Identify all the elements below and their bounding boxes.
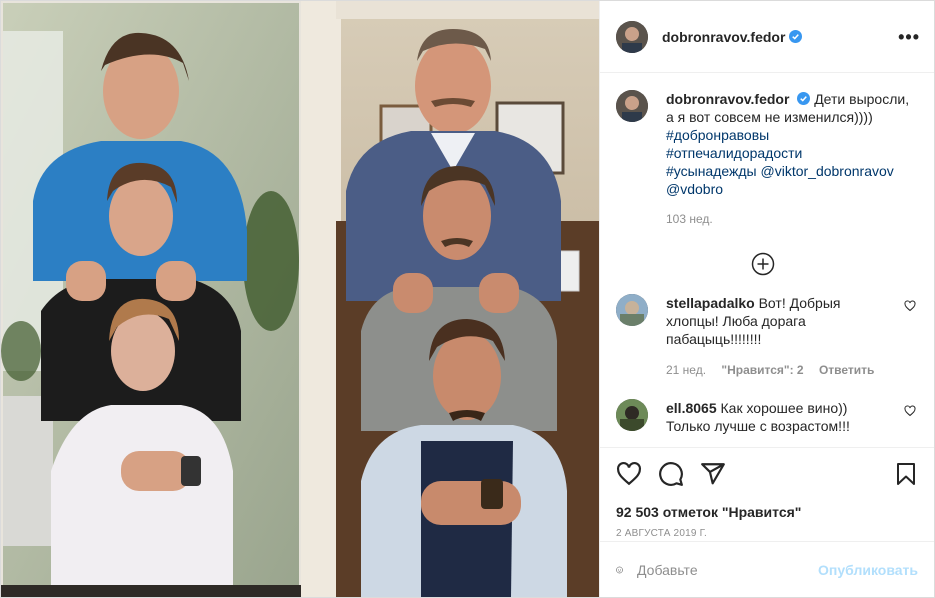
- action-icons: [616, 460, 918, 488]
- post-username[interactable]: dobronravov.fedor: [662, 29, 785, 45]
- bookmark-icon[interactable]: [894, 461, 918, 487]
- add-comment-bar: Опубликовать: [600, 541, 934, 597]
- avatar[interactable]: [616, 399, 648, 431]
- caption: dobronravov.fedor Дети выросли, а я вот …: [616, 90, 918, 226]
- comment-meta: 21 нед. "Нравится": 2 Ответить: [666, 363, 886, 377]
- post-photo: [1, 1, 599, 597]
- more-options-icon[interactable]: •••: [898, 27, 920, 48]
- share-icon[interactable]: [700, 461, 726, 487]
- comment-username[interactable]: ell.8065: [666, 400, 717, 416]
- comment-likes[interactable]: "Нравится": 2: [721, 363, 803, 377]
- comment-item: stellapadalko Вот! Добрыя хлопцы! Люба д…: [616, 294, 918, 377]
- likes-count[interactable]: 92 503 отметок "Нравится": [616, 504, 918, 520]
- mention-link[interactable]: @vdobro: [666, 181, 723, 197]
- caption-username[interactable]: dobronravov.fedor: [666, 91, 789, 107]
- avatar[interactable]: [616, 294, 648, 326]
- post-container: dobronravov.fedor ••• dobronravov.fedor …: [0, 0, 935, 598]
- post-header: dobronravov.fedor •••: [600, 1, 934, 73]
- avatar[interactable]: [616, 90, 648, 122]
- comments-area[interactable]: dobronravov.fedor Дети выросли, а я вот …: [600, 74, 934, 447]
- caption-time[interactable]: 103 нед.: [666, 212, 916, 226]
- heart-icon[interactable]: [904, 405, 916, 417]
- comment-input[interactable]: [637, 561, 819, 578]
- mention-link[interactable]: @viktor_dobronravov: [761, 163, 894, 179]
- avatar[interactable]: [616, 20, 648, 53]
- reply-button[interactable]: Ответить: [819, 363, 874, 377]
- hashtag-link[interactable]: #отпечалидорадости: [666, 145, 802, 161]
- comment-item: ell.8065 Как хорошее вино)) Только лучше…: [616, 399, 918, 435]
- post-date[interactable]: 2 августа 2019 г.: [616, 528, 918, 539]
- verified-badge-icon: [797, 92, 811, 105]
- emoji-icon[interactable]: [616, 558, 623, 582]
- like-heart-icon[interactable]: [616, 461, 642, 487]
- comment-username[interactable]: stellapadalko: [666, 295, 755, 311]
- comment-time[interactable]: 21 нед.: [666, 363, 706, 377]
- side-panel: dobronravov.fedor ••• dobronravov.fedor …: [599, 1, 934, 597]
- hashtag-link[interactable]: #усынадежды: [666, 163, 757, 179]
- caption-text: dobronravov.fedor Дети выросли, а я вот …: [666, 90, 916, 198]
- heart-icon[interactable]: [904, 300, 916, 312]
- post-actions: 92 503 отметок "Нравится" 2 августа 2019…: [600, 447, 934, 539]
- load-more-icon[interactable]: [751, 252, 775, 276]
- verified-badge-icon: [789, 30, 803, 43]
- hashtag-link[interactable]: #добронравовы: [666, 127, 769, 143]
- publish-button[interactable]: Опубликовать: [818, 562, 918, 578]
- post-image[interactable]: [1, 1, 599, 597]
- comment-icon[interactable]: [658, 461, 684, 487]
